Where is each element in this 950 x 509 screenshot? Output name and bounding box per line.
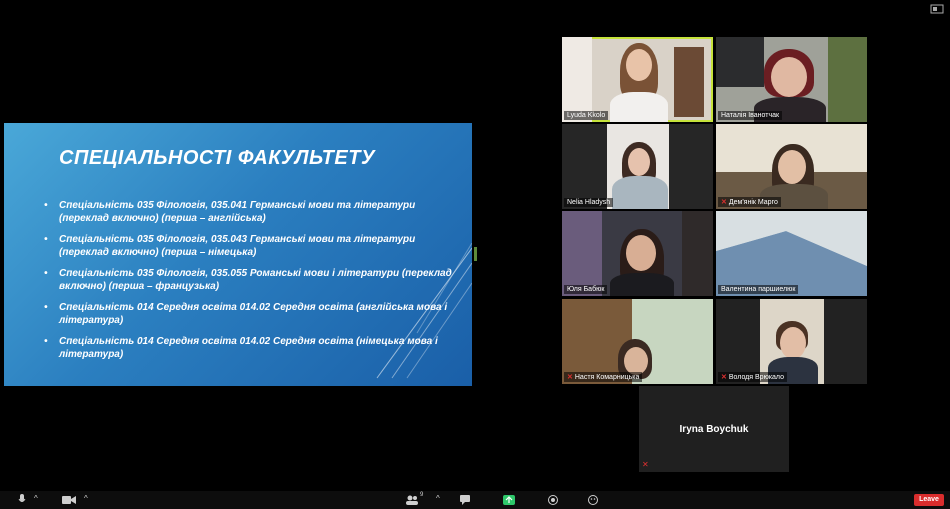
video-camera-icon[interactable] [62,494,76,506]
view-toggle-icon[interactable] [930,4,944,14]
share-screen-icon[interactable] [503,494,515,506]
slide-decoration-lines [376,243,472,379]
participant-name-label: Lyuda Kkolo [564,111,609,120]
slide-title: СПЕЦІАЛЬНОСТІ ФАКУЛЬТЕТУ [59,147,375,169]
video-tile-camera-off[interactable]: Iryna Boychuk ✕ [639,386,789,472]
video-tile[interactable]: Наталія Іванотчак [716,37,867,122]
slide-bullet-item: • Спеціальність 035 Філологія, 035.041 Ге… [44,200,416,224]
participant-name-label: Юля Бабюк [564,285,608,294]
video-tile[interactable]: Валентина паршиелюк [716,211,867,296]
meeting-toolbar: ^ ^ 9 ^ Leave [0,491,950,509]
chat-icon[interactable] [460,494,470,506]
participant-name-label: Nelia Hladysh [564,198,614,207]
video-tile[interactable]: ✕ Володя Врюкало [716,299,867,384]
participant-name-label: Валентина паршиелюк [718,285,799,294]
video-tile[interactable]: ✕ Дем'янік Марго [716,124,867,209]
microphone-icon[interactable] [18,494,26,506]
participant-display-name: Iryna Boychuk [679,424,749,435]
chevron-up-icon[interactable]: ^ [34,494,38,506]
reactions-icon[interactable] [588,494,598,506]
video-tile[interactable]: Юля Бабюк [562,211,713,296]
mic-muted-icon: ✕ [721,374,727,381]
leave-button[interactable]: Leave [914,494,944,506]
chevron-up-icon[interactable]: ^ [436,494,440,506]
mic-muted-icon: ✕ [642,460,649,469]
participant-name-label: ✕ Дем'янік Марго [718,197,781,207]
video-tile[interactable]: Nelia Hladysh [562,124,713,209]
participant-name-label: Наталія Іванотчак [718,111,783,120]
participant-name-label: ✕ Настя Комарницька [564,372,643,382]
participants-icon[interactable] [406,494,418,506]
participants-count: 9 [420,492,424,498]
participant-name-label: ✕ Володя Врюкало [718,372,787,382]
split-view-handle[interactable] [474,247,477,261]
mic-muted-icon: ✕ [567,374,573,381]
mic-muted-icon: ✕ [721,199,727,206]
video-tile[interactable]: Lyuda Kkolo [562,37,713,122]
record-icon[interactable] [548,494,558,506]
video-tile[interactable]: ✕ Настя Комарницька [562,299,713,384]
chevron-up-icon[interactable]: ^ [84,494,88,506]
meeting-window: СПЕЦІАЛЬНОСТІ ФАКУЛЬТЕТУ • Спеціальність … [0,0,950,509]
shared-screen-slide: СПЕЦІАЛЬНОСТІ ФАКУЛЬТЕТУ • Спеціальність … [4,123,472,386]
